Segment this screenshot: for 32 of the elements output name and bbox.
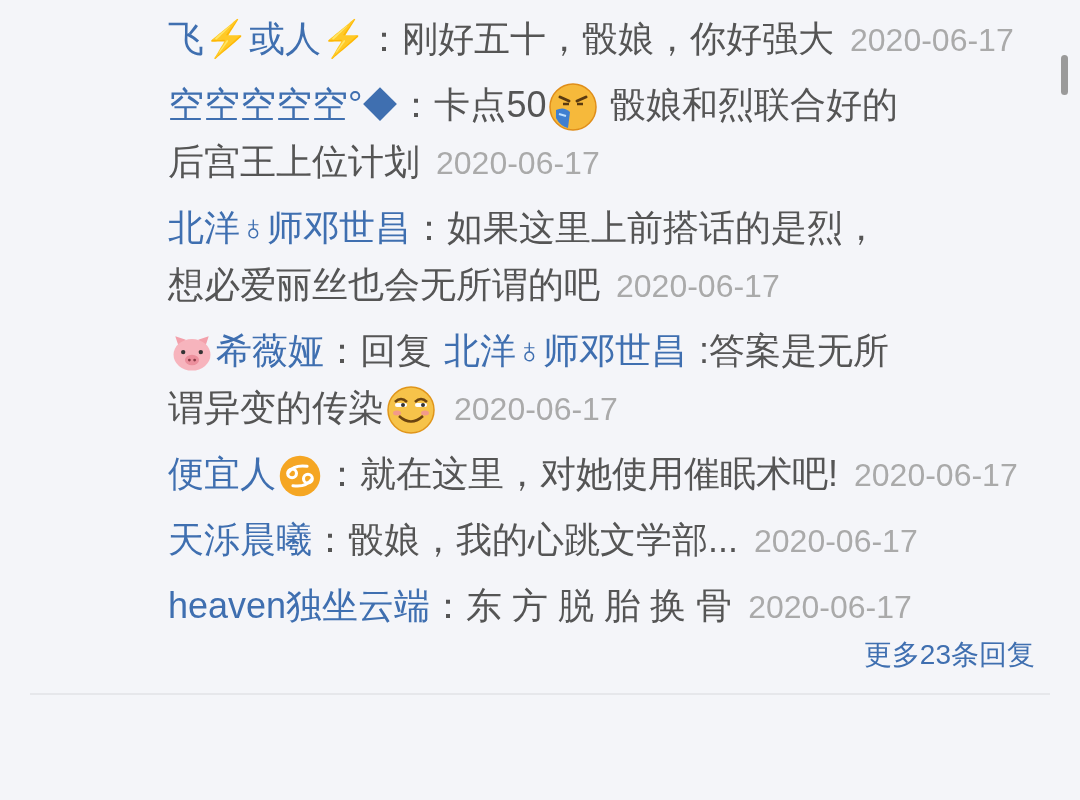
user-name-link[interactable]: heaven独坐云端 [168, 585, 431, 626]
comment-text: ：刚好五十，骰娘，你好强大 [366, 18, 834, 59]
comment-text: 谓异变的传染 [168, 387, 384, 428]
smirking-face-icon [386, 385, 436, 436]
comment-date: 2020-06-17 [616, 267, 780, 306]
comment-text: ：回复 [324, 330, 433, 371]
comment-text: ：骰娘，我的心跳文学部... [312, 519, 738, 560]
user-name-link[interactable]: 希薇娅 [216, 330, 324, 371]
comment-text: ：卡点50 [398, 84, 547, 125]
user-name-link[interactable]: 天泺晨曦 [168, 519, 312, 560]
comment-text: ：就在这里，对她使用催眠术吧! [324, 453, 838, 494]
cancer-sign-icon [278, 454, 322, 499]
comment-date: 2020-06-17 [454, 390, 618, 429]
comment-date: 2020-06-17 [748, 588, 912, 627]
comment-text: :答案是无所 [698, 330, 890, 371]
comment-text: ：如果这里上前搭话的是烈， [411, 207, 879, 248]
comment-text: 想必爱丽丝也会无所谓的吧 [168, 264, 600, 305]
comment-text: 后宫王上位计划 [168, 141, 420, 182]
drooling-face-icon [548, 82, 599, 133]
user-name-link[interactable]: 便宜人 [168, 453, 276, 494]
user-name-link[interactable]: 飞⚡或人⚡ [168, 18, 366, 59]
more-replies-link[interactable]: 更多23条回复 [863, 635, 1035, 675]
user-name-link[interactable]: 空空空空空°◆ [168, 84, 399, 125]
comment-date: 2020-06-17 [854, 456, 1018, 495]
comment-date: 2020-06-17 [850, 21, 1014, 60]
mention-link[interactable]: 北洋♁师邓世昌 [444, 330, 687, 371]
comment-date: 2020-06-17 [754, 522, 918, 561]
scrollbar[interactable] [1061, 55, 1068, 95]
comment-text: ：东 方 脱 胎 换 骨 [430, 585, 733, 626]
comment-text: 骰娘和烈联合好的 [609, 84, 899, 125]
user-name-link[interactable]: 北洋♁师邓世昌 [168, 207, 411, 248]
comment-date: 2020-06-17 [436, 144, 600, 183]
